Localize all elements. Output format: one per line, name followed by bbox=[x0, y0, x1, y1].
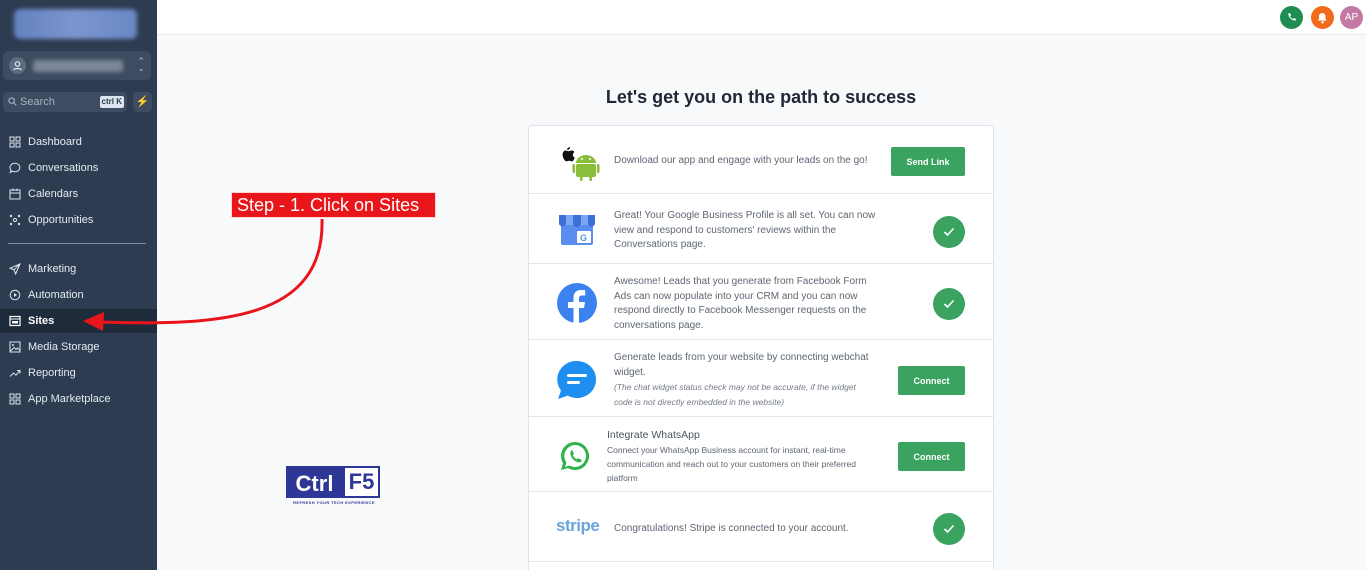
list-item-webchat: Generate leads from your website by conn… bbox=[529, 340, 993, 417]
step-annotation-label: Step - 1. Click on Sites bbox=[231, 192, 436, 218]
check-icon bbox=[933, 216, 965, 248]
webchat-bubble-icon bbox=[557, 360, 597, 405]
sidebar-item-reporting[interactable]: Reporting bbox=[0, 361, 157, 385]
sidebar-item-label: Calendars bbox=[28, 188, 79, 200]
stripe-logo: stripe bbox=[556, 516, 600, 535]
chevron-up-down-icon: ⌃ ⌄ bbox=[137, 56, 145, 73]
connect-whatsapp-button[interactable]: Connect bbox=[898, 442, 965, 471]
whatsapp-text: Connect your WhatsApp Business account f… bbox=[607, 445, 856, 483]
company-logo[interactable] bbox=[14, 9, 137, 39]
svg-text:G: G bbox=[580, 233, 587, 243]
row-description: Integrate WhatsApp Connect your WhatsApp… bbox=[607, 428, 877, 485]
list-item-whatsapp: Integrate WhatsApp Connect your WhatsApp… bbox=[529, 417, 993, 492]
sidebar-item-calendars[interactable]: Calendars bbox=[0, 182, 157, 206]
image-icon bbox=[9, 341, 22, 354]
grid-icon bbox=[9, 393, 22, 406]
sidebar-item-label: Conversations bbox=[28, 162, 99, 174]
send-icon bbox=[9, 262, 22, 276]
sidebar-divider bbox=[8, 243, 146, 244]
sidebar-item-marketing[interactable]: Marketing bbox=[0, 257, 157, 281]
sidebar-item-label: App Marketplace bbox=[28, 393, 111, 405]
sidebar-item-dashboard[interactable]: Dashboard bbox=[0, 130, 157, 154]
phone-button[interactable] bbox=[1280, 6, 1303, 29]
whatsapp-title: Integrate WhatsApp bbox=[607, 429, 700, 441]
sidebar-item-media-storage[interactable]: Media Storage bbox=[0, 335, 157, 359]
phone-icon bbox=[1288, 13, 1296, 21]
sidebar-item-conversations[interactable]: Conversations bbox=[0, 156, 157, 180]
brand-tagline: REFRESH YOUR TECH EXPERIENCE bbox=[293, 500, 375, 505]
onboarding-card: Download our app and engage with your le… bbox=[528, 125, 994, 570]
list-item-google-business: G Great! Your Google Business Profile is… bbox=[529, 194, 993, 264]
automation-icon bbox=[9, 289, 22, 302]
row-description: Great! Your Google Business Profile is a… bbox=[614, 210, 876, 250]
row-description: Congratulations! Stripe is connected to … bbox=[614, 523, 849, 534]
apple-android-icon bbox=[556, 142, 600, 182]
webchat-text: Generate leads from your website by conn… bbox=[614, 352, 869, 378]
opportunities-icon bbox=[9, 214, 22, 227]
chat-bubble-icon bbox=[9, 162, 22, 175]
facebook-icon bbox=[557, 283, 597, 328]
search-icon bbox=[8, 97, 17, 106]
sidebar-item-app-marketplace[interactable]: App Marketplace bbox=[0, 387, 157, 411]
row-description: Awesome! Leads that you generate from Fa… bbox=[614, 276, 867, 331]
ctrlf5-watermark-logo: Ctrl F5 REFRESH YOUR TECH EXPERIENCE bbox=[286, 466, 382, 509]
sidebar-item-label: Sites bbox=[28, 315, 55, 327]
account-name-redacted bbox=[33, 60, 123, 72]
shortcut-badge: ctrl K bbox=[99, 96, 124, 108]
list-item-stripe: stripe Congratulations! Stripe is connec… bbox=[529, 492, 993, 562]
calendar-icon bbox=[9, 188, 22, 201]
sidebar-item-automation[interactable]: Automation bbox=[0, 283, 157, 307]
sidebar-item-sites[interactable]: Sites bbox=[0, 309, 157, 333]
sidebar-item-label: Media Storage bbox=[28, 341, 100, 353]
sites-icon bbox=[9, 315, 22, 328]
connect-webchat-button[interactable]: Connect bbox=[898, 366, 965, 395]
dashboard-icon bbox=[9, 136, 22, 149]
sidebar: ⌃ ⌄ Search ctrl K ⚡ Dashboard Conversatio… bbox=[0, 0, 157, 570]
search-input[interactable]: Search ctrl K bbox=[3, 92, 127, 112]
bell-icon bbox=[1317, 12, 1327, 23]
trend-icon bbox=[9, 367, 22, 380]
whatsapp-icon bbox=[559, 440, 591, 477]
check-icon bbox=[933, 513, 965, 545]
row-description: Generate leads from your website by conn… bbox=[614, 351, 876, 410]
notifications-button[interactable] bbox=[1311, 6, 1334, 29]
google-business-icon: G bbox=[558, 211, 596, 252]
check-icon bbox=[933, 288, 965, 320]
webchat-note: (The chat widget status check may not be… bbox=[614, 382, 856, 407]
brand-f5: F5 bbox=[343, 466, 380, 498]
sidebar-item-label: Automation bbox=[28, 289, 84, 301]
user-avatar[interactable]: AP bbox=[1340, 6, 1363, 29]
sidebar-item-opportunities[interactable]: Opportunities bbox=[0, 208, 157, 232]
sidebar-item-label: Marketing bbox=[28, 263, 77, 275]
quick-actions-bolt-icon[interactable]: ⚡ bbox=[133, 92, 152, 112]
sidebar-item-label: Reporting bbox=[28, 367, 76, 379]
sidebar-item-label: Opportunities bbox=[28, 214, 94, 226]
top-bar: AP bbox=[157, 0, 1366, 35]
sidebar-item-label: Dashboard bbox=[28, 136, 82, 148]
send-link-button[interactable]: Send Link bbox=[891, 147, 965, 176]
page-title: Let's get you on the path to success bbox=[605, 87, 917, 107]
location-avatar-icon bbox=[9, 57, 26, 74]
list-item-facebook: Awesome! Leads that you generate from Fa… bbox=[529, 264, 993, 340]
brand-ctrl: Ctrl bbox=[286, 466, 343, 498]
row-description: Download our app and engage with your le… bbox=[614, 155, 868, 166]
search-placeholder: Search bbox=[20, 96, 55, 108]
list-item-mobile-app: Download our app and engage with your le… bbox=[529, 126, 993, 194]
account-switcher[interactable]: ⌃ ⌄ bbox=[3, 51, 151, 80]
